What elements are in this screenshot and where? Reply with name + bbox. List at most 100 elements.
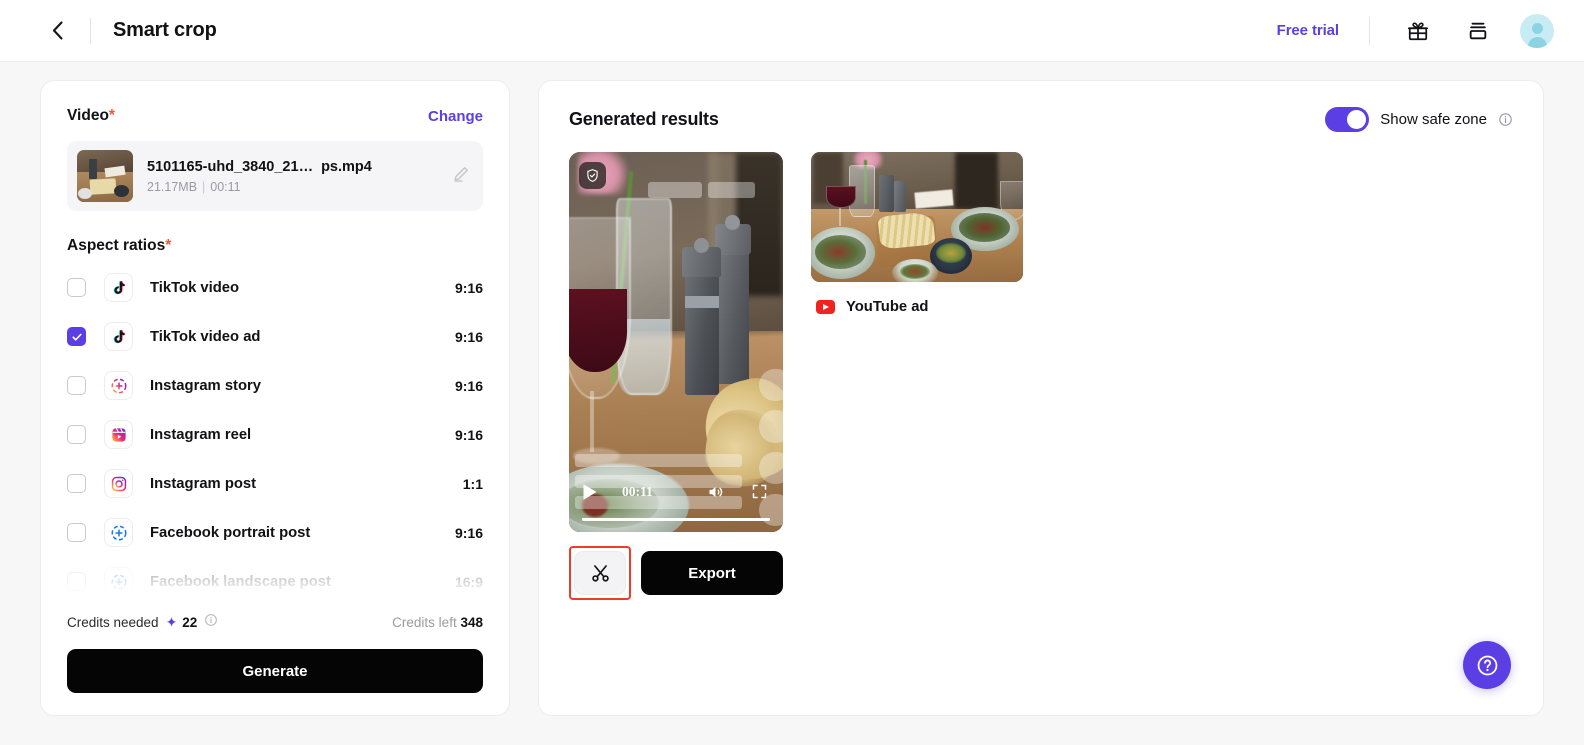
edit-video-button[interactable] <box>451 164 471 189</box>
check-icon <box>71 333 82 341</box>
page-title: Smart crop <box>113 19 217 41</box>
aspect-ratios-label: Aspect ratios* <box>67 237 483 255</box>
result-label: YouTube ad <box>846 299 929 315</box>
checkbox-facebook-landscape-post[interactable] <box>67 572 86 591</box>
info-circle-icon <box>205 614 218 626</box>
ratio-item-instagram-story[interactable]: Instagram story 9:16 <box>67 361 483 410</box>
required-asterisk-ratios: * <box>165 237 172 254</box>
results-header: Generated results Show safe zone <box>569 107 1513 132</box>
credits-row: Credits needed ✦ 22 Credits left 348 <box>67 607 483 632</box>
checkbox-instagram-reel[interactable] <box>67 425 86 444</box>
video-thumbnail <box>77 150 133 202</box>
safe-zone-toggle[interactable] <box>1325 107 1370 132</box>
header-divider <box>90 17 91 44</box>
yt-dark-bowl-filling <box>936 243 966 263</box>
progress-fill <box>582 517 770 521</box>
ratio-item-tiktok-video-ad[interactable]: TikTok video ad 9:16 <box>67 312 483 361</box>
help-circle-icon <box>1477 655 1497 675</box>
results-panel: Generated results Show safe zone 00:11 E… <box>538 80 1544 716</box>
player-controls: 00:11 <box>569 454 783 532</box>
yt-pepper-mill-2 <box>893 180 907 212</box>
ratio-name: Instagram story <box>150 377 262 394</box>
info-circle-icon <box>1499 113 1512 126</box>
ratio-name: Facebook portrait post <box>150 524 311 541</box>
instagram-story-glyph <box>111 378 126 393</box>
ratio-item-instagram-post[interactable]: Instagram post 1:1 <box>67 459 483 508</box>
checkbox-instagram-story[interactable] <box>67 376 86 395</box>
app-header: Smart crop Free trial <box>0 0 1584 62</box>
progress-bar[interactable] <box>582 517 770 521</box>
ratio-value: 1:1 <box>462 475 483 492</box>
shield-check-icon <box>587 169 598 182</box>
aspect-ratio-list: TikTok video 9:16 TikTok video ad 9:16 I… <box>67 263 483 607</box>
result-thumbnail[interactable] <box>811 152 1023 282</box>
yt-small-bowl-filling <box>900 263 930 280</box>
ratio-item-instagram-reel[interactable]: Instagram reel 9:16 <box>67 410 483 459</box>
ratio-item-facebook-portrait-post[interactable]: Facebook portrait post 9:16 <box>67 508 483 557</box>
help-button[interactable] <box>1463 641 1511 689</box>
ratio-name: TikTok video <box>150 279 240 296</box>
aspect-ratios-text: Aspect ratios <box>67 237 166 254</box>
fullscreen-button[interactable] <box>751 483 768 500</box>
back-button[interactable] <box>40 14 74 48</box>
layers-button[interactable] <box>1460 13 1496 49</box>
player-actions: Export <box>569 546 783 600</box>
gift-button[interactable] <box>1400 13 1436 49</box>
generate-button[interactable]: Generate <box>67 649 483 693</box>
safe-zone-circle-2 <box>759 410 783 443</box>
thumb-board <box>89 178 117 195</box>
video-label-text: Video <box>67 107 109 124</box>
credits-left-value: 348 <box>460 615 483 630</box>
video-player[interactable]: 00:11 <box>569 152 783 532</box>
chevron-left-icon <box>52 21 63 40</box>
yt-dark-panel <box>955 152 998 210</box>
checkbox-tiktok-video-ad[interactable] <box>67 327 86 346</box>
main-content: Video * Change 5101165-uhd_3840_21… ps.mp4… <box>0 62 1584 745</box>
credits-info-button[interactable] <box>204 613 218 632</box>
safe-zone-control: Show safe zone <box>1325 107 1513 132</box>
export-button[interactable]: Export <box>641 551 783 595</box>
yt-wine-glass <box>825 185 856 208</box>
volume-button[interactable] <box>706 483 725 501</box>
scene-mill-2-knob <box>725 214 741 230</box>
safe-zone-info-button[interactable] <box>1498 112 1513 127</box>
safe-zone-circle-1 <box>759 368 783 401</box>
play-button[interactable] <box>582 483 598 501</box>
instagram-reel-icon <box>104 420 133 449</box>
header-actions: Free trial <box>1277 13 1554 49</box>
youtube-icon <box>816 300 835 314</box>
header-separator <box>1369 16 1370 45</box>
video-duration: 00:11 <box>210 179 241 194</box>
checkbox-tiktok-video[interactable] <box>67 278 86 297</box>
gift-icon <box>1407 22 1429 40</box>
ratio-value: 16:9 <box>454 573 483 590</box>
result-youtube-ad: YouTube ad <box>811 152 1023 600</box>
toggle-knob <box>1347 110 1367 129</box>
video-meta: 21.17MB | 00:11 <box>147 180 437 194</box>
yt-pita <box>877 211 936 250</box>
video-file-row[interactable]: 5101165-uhd_3840_21… ps.mp4 21.17MB | 00:11 <box>67 141 483 211</box>
facebook-glyph <box>111 574 126 589</box>
video-size: 21.17MB <box>147 179 198 194</box>
ratio-item-facebook-landscape-post[interactable]: Facebook landscape post 16:9 <box>67 557 483 606</box>
crop-button-highlight <box>569 546 631 600</box>
change-video-button[interactable]: Change <box>428 108 483 125</box>
checkbox-facebook-portrait-post[interactable] <box>67 523 86 542</box>
ratio-name: TikTok video ad <box>150 328 261 345</box>
safe-zone-badge[interactable] <box>579 162 606 189</box>
ratio-value: 9:16 <box>454 279 483 296</box>
layers-icon <box>1469 22 1487 39</box>
tiktok-glyph <box>113 280 125 294</box>
facebook-icon <box>104 518 133 547</box>
free-trial-button[interactable]: Free trial <box>1277 22 1339 39</box>
meta-separator: | <box>202 179 206 194</box>
avatar[interactable] <box>1520 13 1554 48</box>
video-filename: 5101165-uhd_3840_21… ps.mp4 <box>147 159 437 175</box>
scene-mill-1-ring <box>684 296 719 308</box>
checkbox-instagram-post[interactable] <box>67 474 86 493</box>
ratio-item-tiktok-video[interactable]: TikTok video 9:16 <box>67 263 483 312</box>
results-grid: 00:11 Export YouTube ad <box>569 152 1513 600</box>
crop-button[interactable] <box>574 551 626 595</box>
thumb-bowl-2 <box>78 188 92 199</box>
player-control-row: 00:11 <box>582 475 770 509</box>
